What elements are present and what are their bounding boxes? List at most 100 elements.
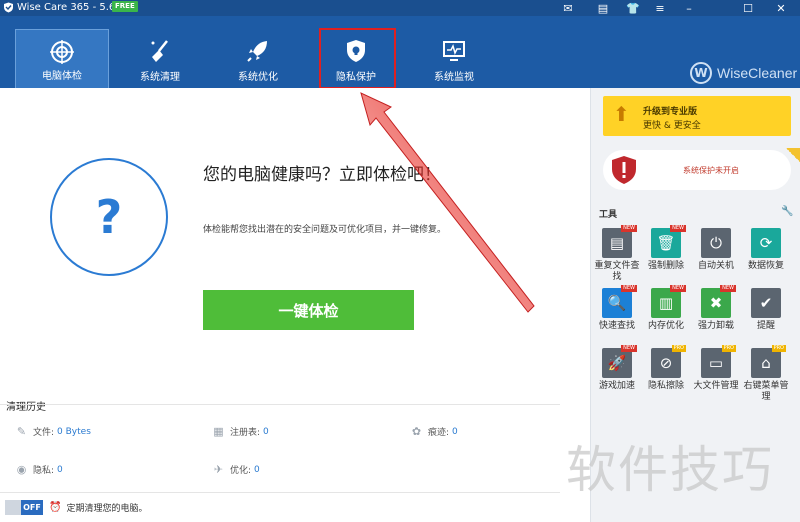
toggle-knob <box>5 500 21 515</box>
footprint-icon: ✿ <box>411 425 422 438</box>
tool-label: 快速查找 <box>598 321 635 331</box>
tool-label: 强力卸载 <box>697 321 734 331</box>
history-registry: ▦ 注册表: 0 <box>212 425 269 438</box>
free-badge: FREE <box>112 1 138 12</box>
close-icon[interactable]: ✕ <box>770 0 792 16</box>
nav-label: 电脑体检 <box>42 71 82 82</box>
tool-data-recovery[interactable]: ⟳ 数据恢复 <box>743 228 789 272</box>
trash-icon: 🗑 NEW <box>651 225 686 258</box>
minimize-icon[interactable]: – <box>678 0 700 16</box>
history-value: 0 <box>452 426 458 437</box>
tool-label: 右键菜单管理 <box>743 381 789 402</box>
clock-icon: ⏰ <box>49 502 62 513</box>
history-label: 痕迹: <box>428 428 450 438</box>
schedule-toggle[interactable]: OFF <box>5 500 43 515</box>
tool-label: 内存优化 <box>647 321 684 331</box>
feedback-icon[interactable]: ▤ <box>592 0 614 16</box>
history-traces: ✿ 痕迹: 0 <box>410 425 458 438</box>
monitor-icon <box>443 41 465 61</box>
tool-context-menu-manager[interactable]: ⌂ PRO 右键菜单管理 <box>743 345 789 403</box>
registry-icon: ▦ <box>213 425 224 438</box>
folder-icon: ▭ PRO <box>701 345 736 378</box>
search-icon: 🔍 NEW <box>602 285 637 318</box>
annotation-highlight-box <box>319 28 396 89</box>
tool-large-file-manager[interactable]: ▭ PRO 大文件管理 <box>693 345 739 392</box>
duplicate-file-icon: ▤ NEW <box>602 225 637 258</box>
tool-label: 大文件管理 <box>693 381 739 391</box>
mouse-icon: ⌂ PRO <box>751 345 786 378</box>
tool-label: 强制删除 <box>647 261 684 271</box>
wrench-icon[interactable]: 🔧 <box>781 206 793 217</box>
skin-icon[interactable]: 👕 <box>622 0 644 16</box>
brand-name: WiseCleaner <box>717 65 798 81</box>
tool-privacy-erase[interactable]: ⊘ PRO 隐私擦除 <box>643 345 689 392</box>
broom-small-icon: ✎ <box>16 425 27 438</box>
tool-label: 提醒 <box>756 321 775 331</box>
history-label: 注册表: <box>230 428 261 438</box>
maximize-icon[interactable]: ☐ <box>737 0 759 16</box>
recover-icon: ⟳ <box>751 228 781 258</box>
nav-label: 系统优化 <box>238 72 278 83</box>
upgrade-subtitle: 更快 & 更安全 <box>643 121 701 131</box>
tool-game-boost[interactable]: 🚀 NEW 游戏加速 <box>594 345 640 392</box>
menu-icon[interactable]: ≡ <box>649 0 671 16</box>
nav-system-monitor[interactable]: 系统监视 <box>407 29 501 89</box>
toggle-state: OFF <box>21 500 43 515</box>
tool-label: 数据恢复 <box>747 261 784 271</box>
eye-off-icon: ⊘ PRO <box>651 345 686 378</box>
title-bar: Wise Care 365 - 5.6.6 FREE ✉ ▤ 👕 ≡ – ☐ ✕ <box>0 0 800 16</box>
upgrade-title: 升级到专业版 <box>643 107 698 117</box>
brand-letter: W <box>690 62 712 84</box>
tools-title: 工具 <box>599 210 618 220</box>
memory-icon: ▥ NEW <box>651 285 686 318</box>
eye-icon: ◉ <box>16 463 27 476</box>
mail-icon[interactable]: ✉ <box>557 0 579 16</box>
upgrade-banner[interactable]: ⬆ 升级到专业版 更快 & 更安全 <box>603 96 791 136</box>
nav-pc-checkup[interactable]: 电脑体检 <box>15 29 109 89</box>
tool-label: 重复文件查找 <box>594 261 640 282</box>
history-files: ✎ 文件: 0 Bytes <box>15 425 91 438</box>
tool-quick-search[interactable]: 🔍 NEW 快速查找 <box>594 285 640 332</box>
nav-system-optimize[interactable]: 系统优化 <box>211 29 305 89</box>
tool-label: 隐私擦除 <box>647 381 684 391</box>
divider <box>0 492 560 493</box>
broom-icon <box>151 40 168 62</box>
history-value: 0 <box>254 464 260 475</box>
reminder-icon: ✔ <box>751 288 781 318</box>
nav-label: 系统监视 <box>434 72 474 83</box>
tool-auto-shutdown[interactable]: ⏻ 自动关机 <box>693 228 739 272</box>
tool-memory-optimize[interactable]: ▥ NEW 内存优化 <box>643 285 689 332</box>
plane-icon: ✈ <box>213 463 224 476</box>
tool-force-uninstall[interactable]: ✖ NEW 强力卸载 <box>693 285 739 332</box>
tool-force-delete[interactable]: 🗑 NEW 强制删除 <box>643 225 689 272</box>
uninstall-icon: ✖ NEW <box>701 285 736 318</box>
nav-system-clean[interactable]: 系统清理 <box>113 29 207 89</box>
window-title: Wise Care 365 - 5.6.6 <box>17 2 125 13</box>
warning-shield-icon <box>612 156 636 184</box>
watermark: 软件技巧 <box>566 441 774 499</box>
one-click-scan-button[interactable]: 一键体检 <box>203 290 414 330</box>
history-value: 0 <box>263 426 269 437</box>
protection-status[interactable]: 系统保护未开启 <box>603 150 791 190</box>
history-optimize: ✈ 优化: 0 <box>212 463 260 476</box>
health-question-icon: ? <box>50 158 168 276</box>
history-label: 文件: <box>33 428 55 438</box>
tool-reminder[interactable]: ✔ 提醒 <box>743 288 789 332</box>
brand-logo: W WiseCleaner <box>690 60 797 86</box>
tool-duplicate-finder[interactable]: ▤ NEW 重复文件查找 <box>594 225 640 283</box>
page-title: 您的电脑健康吗？立即体检吧！ <box>203 165 441 185</box>
target-icon <box>50 40 74 64</box>
history-label: 隐私: <box>33 466 55 476</box>
upgrade-arrow-icon: ⬆ <box>613 102 630 126</box>
main-nav: 电脑体检 系统清理 系统优化 隐私保护 系统监视 W WiseCleaner <box>0 16 800 89</box>
main-panel: ? 您的电脑健康吗？立即体检吧！ 体检能帮您找出潜在的安全问题及可优化项目，并一… <box>0 88 590 522</box>
rocket-icon <box>247 41 267 62</box>
power-icon: ⏻ <box>701 228 731 258</box>
schedule-text: ⏰ 定期清理您的电脑。 <box>49 501 147 514</box>
divider <box>0 404 560 405</box>
history-privacy: ◉ 隐私: 0 <box>15 463 63 476</box>
game-rocket-icon: 🚀 NEW <box>602 345 637 378</box>
history-value: 0 <box>57 464 63 475</box>
nav-label: 系统清理 <box>140 72 180 83</box>
protection-status-text: 系统保护未开启 <box>683 166 739 175</box>
